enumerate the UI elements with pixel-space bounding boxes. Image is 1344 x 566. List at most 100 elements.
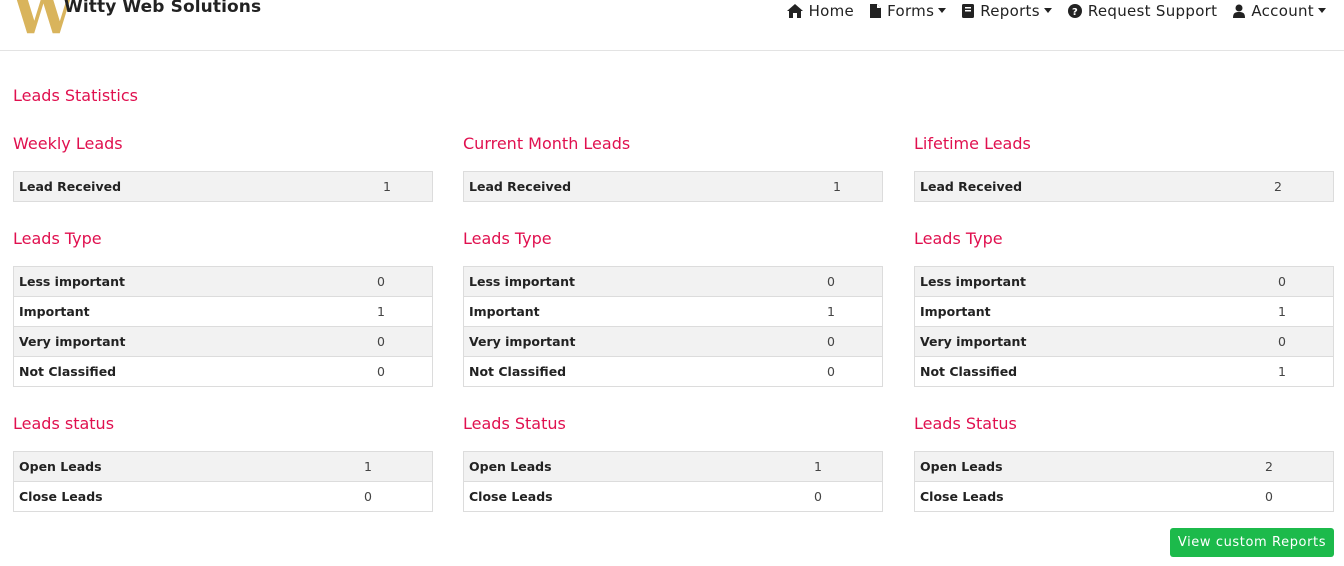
row-value: 0: [377, 334, 385, 349]
table-row: Lead Received 1: [14, 172, 432, 201]
nav-request-support-label: Request Support: [1087, 2, 1218, 20]
table-row: Less important 0: [464, 267, 882, 296]
section-title: Lifetime Leads: [914, 134, 1031, 153]
nav-account[interactable]: Account: [1233, 2, 1326, 20]
table-row: Not Classified 0: [14, 356, 432, 386]
row-value: 0: [814, 489, 822, 504]
view-custom-reports-button[interactable]: View custom Reports: [1170, 528, 1334, 557]
main-nav: Home Forms Reports ? Request Support Acc…: [771, 2, 1326, 20]
row-value: 1: [383, 179, 391, 194]
nav-account-label: Account: [1251, 2, 1314, 20]
home-icon: [786, 4, 803, 18]
row-label: Lead Received: [920, 179, 1023, 194]
row-label: Lead Received: [19, 179, 122, 194]
row-value: 0: [1278, 274, 1286, 289]
row-label: Less important: [469, 274, 575, 289]
table-row: Lead Received 2: [915, 172, 1333, 201]
lead-received-table: Lead Received 1: [13, 171, 433, 202]
chevron-down-icon: [938, 7, 947, 13]
lead-received-table: Lead Received 2: [914, 171, 1334, 202]
table-row: Important 1: [14, 296, 432, 326]
nav-request-support[interactable]: ? Request Support: [1067, 2, 1218, 20]
row-value: 1: [814, 459, 822, 474]
row-value: 0: [827, 364, 835, 379]
row-label: Open Leads: [469, 459, 552, 474]
row-value: 0: [1265, 489, 1273, 504]
row-label: Very important: [469, 334, 576, 349]
nav-reports[interactable]: Reports: [962, 2, 1052, 20]
row-value: 0: [827, 334, 835, 349]
chevron-down-icon: [1043, 7, 1052, 13]
section-title: Leads Status: [463, 414, 566, 433]
book-icon: [962, 4, 975, 18]
row-label: Very important: [920, 334, 1027, 349]
section-title: Leads Status: [914, 414, 1017, 433]
row-label: Not Classified: [469, 364, 567, 379]
row-label: Important: [469, 304, 540, 319]
leads-type-table: Less important 0 Important 1 Very importan…: [13, 266, 433, 387]
nav-reports-label: Reports: [980, 2, 1040, 20]
row-label: Not Classified: [920, 364, 1018, 379]
row-value: 2: [1265, 459, 1273, 474]
row-value: 1: [364, 459, 372, 474]
leads-status-table: Open Leads 2 Close Leads 0: [914, 451, 1334, 512]
table-row: Close Leads 0: [14, 481, 432, 511]
section-title: Weekly Leads: [13, 134, 123, 153]
page-title: Leads Statistics: [13, 86, 138, 105]
table-row: Lead Received 1: [464, 172, 882, 201]
nav-home[interactable]: Home: [786, 2, 855, 20]
leads-status-table: Open Leads 1 Close Leads 0: [463, 451, 883, 512]
row-value: 1: [1278, 304, 1286, 319]
nav-home-label: Home: [808, 2, 855, 20]
section-title: Leads Type: [13, 229, 102, 248]
row-label: Important: [19, 304, 90, 319]
table-row: Not Classified 1: [915, 356, 1333, 386]
row-label: Close Leads: [469, 489, 553, 504]
leads-type-table: Less important 0 Important 1 Very importan…: [914, 266, 1334, 387]
leads-type-table: Less important 0 Important 1 Very importan…: [463, 266, 883, 387]
row-value: 1: [377, 304, 385, 319]
row-value: 0: [827, 274, 835, 289]
row-value: 0: [377, 274, 385, 289]
row-label: Very important: [19, 334, 126, 349]
brand-name[interactable]: Witty Web Solutions: [64, 0, 261, 17]
table-row: Important 1: [464, 296, 882, 326]
section-title: Leads status: [13, 414, 115, 433]
table-row: Close Leads 0: [915, 481, 1333, 511]
user-icon: [1233, 4, 1246, 18]
table-row: Close Leads 0: [464, 481, 882, 511]
nav-forms[interactable]: Forms: [870, 2, 947, 20]
row-value: 1: [1278, 364, 1286, 379]
chevron-down-icon: [1318, 7, 1326, 13]
row-label: Lead Received: [469, 179, 572, 194]
row-value: 1: [833, 179, 841, 194]
table-row: Open Leads 1: [464, 452, 882, 481]
section-title: Leads Type: [914, 229, 1003, 248]
leads-status-table: Open Leads 1 Close Leads 0: [13, 451, 433, 512]
row-label: Not Classified: [19, 364, 117, 379]
nav-forms-label: Forms: [887, 2, 935, 20]
row-label: Open Leads: [19, 459, 102, 474]
table-row: Open Leads 2: [915, 452, 1333, 481]
row-label: Open Leads: [920, 459, 1003, 474]
row-label: Close Leads: [920, 489, 1004, 504]
row-label: Important: [920, 304, 991, 319]
section-title: Current Month Leads: [463, 134, 631, 153]
lead-received-table: Lead Received 1: [463, 171, 883, 202]
table-row: Very important 0: [915, 326, 1333, 356]
row-value: 1: [827, 304, 835, 319]
svg-text:?: ?: [1072, 7, 1078, 18]
table-row: Important 1: [915, 296, 1333, 326]
section-title: Leads Type: [463, 229, 552, 248]
row-value: 0: [364, 489, 372, 504]
table-row: Open Leads 1: [14, 452, 432, 481]
row-label: Less important: [920, 274, 1026, 289]
row-label: Close Leads: [19, 489, 103, 504]
row-value: 0: [377, 364, 385, 379]
table-row: Less important 0: [915, 267, 1333, 296]
question-circle-icon: ?: [1067, 4, 1082, 18]
table-row: Less important 0: [14, 267, 432, 296]
top-navbar: W Witty Web Solutions Home Forms Reports: [0, 0, 1344, 51]
table-row: Not Classified 0: [464, 356, 882, 386]
table-row: Very important 0: [14, 326, 432, 356]
